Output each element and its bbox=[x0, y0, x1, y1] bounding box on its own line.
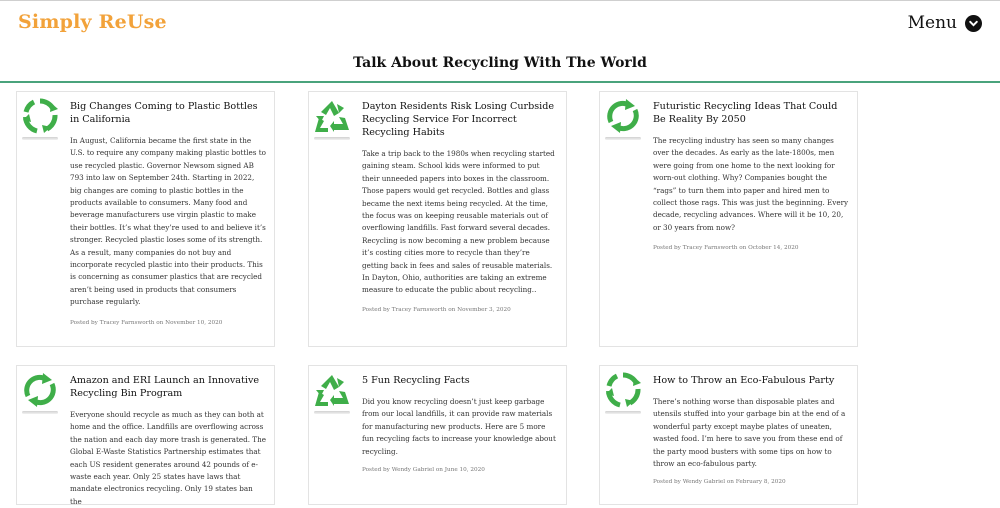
post-excerpt: Did you know recycling doesn’t just keep… bbox=[362, 397, 556, 456]
post-title[interactable]: Dayton Residents Risk Losing Curbside Re… bbox=[362, 100, 558, 139]
post-card[interactable]: Big Changes Coming to Plastic Bottles in… bbox=[16, 91, 275, 347]
menu-label: Menu bbox=[907, 13, 957, 33]
site-logo[interactable]: Simply ReUse bbox=[18, 11, 167, 33]
post-card[interactable]: Futuristic Recycling Ideas That Could Be… bbox=[599, 91, 858, 347]
recycle-two-arrows-icon bbox=[603, 96, 643, 142]
post-excerpt: In August, California became the first s… bbox=[70, 136, 266, 307]
post-meta: Posted by Wendy Gabriel on February 8, 2… bbox=[653, 479, 786, 485]
post-title[interactable]: Amazon and ERI Launch an Innovative Recy… bbox=[70, 374, 266, 400]
post-title[interactable]: Big Changes Coming to Plastic Bottles in… bbox=[70, 100, 266, 126]
post-card[interactable]: 5 Fun Recycling Facts Did you know recyc… bbox=[308, 365, 567, 505]
post-meta: Posted by Wendy Gabriel on June 10, 2020 bbox=[362, 467, 485, 473]
post-excerpt: Take a trip back to the 1980s when recyc… bbox=[362, 149, 555, 295]
page-title: Talk About Recycling With The World bbox=[353, 55, 647, 71]
post-meta: Posted by Tracey Farnsworth on November … bbox=[70, 320, 223, 326]
recycle-circle-arrows-icon bbox=[20, 96, 60, 142]
post-title[interactable]: How to Throw an Eco-Fabulous Party bbox=[653, 374, 849, 387]
header-divider bbox=[0, 81, 1000, 83]
recycle-triangle-icon bbox=[312, 370, 352, 416]
post-title[interactable]: Futuristic Recycling Ideas That Could Be… bbox=[653, 100, 849, 126]
post-meta: Posted by Tracey Farnsworth on November … bbox=[362, 307, 511, 313]
post-excerpt: There’s nothing worse than disposable pl… bbox=[653, 397, 846, 469]
post-excerpt: The recycling industry has seen so many … bbox=[653, 136, 849, 232]
recycle-circle-arrows-icon bbox=[603, 370, 643, 416]
post-card[interactable]: Dayton Residents Risk Losing Curbside Re… bbox=[308, 91, 567, 347]
menu-button[interactable]: Menu bbox=[908, 13, 982, 33]
site-header: Simply ReUse Menu Talk About Recycling W… bbox=[0, 0, 1000, 82]
post-excerpt: Everyone should recycle as much as they … bbox=[70, 410, 266, 506]
post-card[interactable]: Amazon and ERI Launch an Innovative Recy… bbox=[16, 365, 275, 506]
chevron-down-icon bbox=[965, 14, 982, 32]
recycle-two-arrows-icon bbox=[20, 370, 60, 416]
post-title[interactable]: 5 Fun Recycling Facts bbox=[362, 374, 558, 387]
recycle-triangle-icon bbox=[312, 96, 352, 142]
post-meta: Posted by Tracey Farnsworth on October 1… bbox=[653, 245, 799, 251]
post-card[interactable]: How to Throw an Eco-Fabulous Party There… bbox=[599, 365, 858, 505]
